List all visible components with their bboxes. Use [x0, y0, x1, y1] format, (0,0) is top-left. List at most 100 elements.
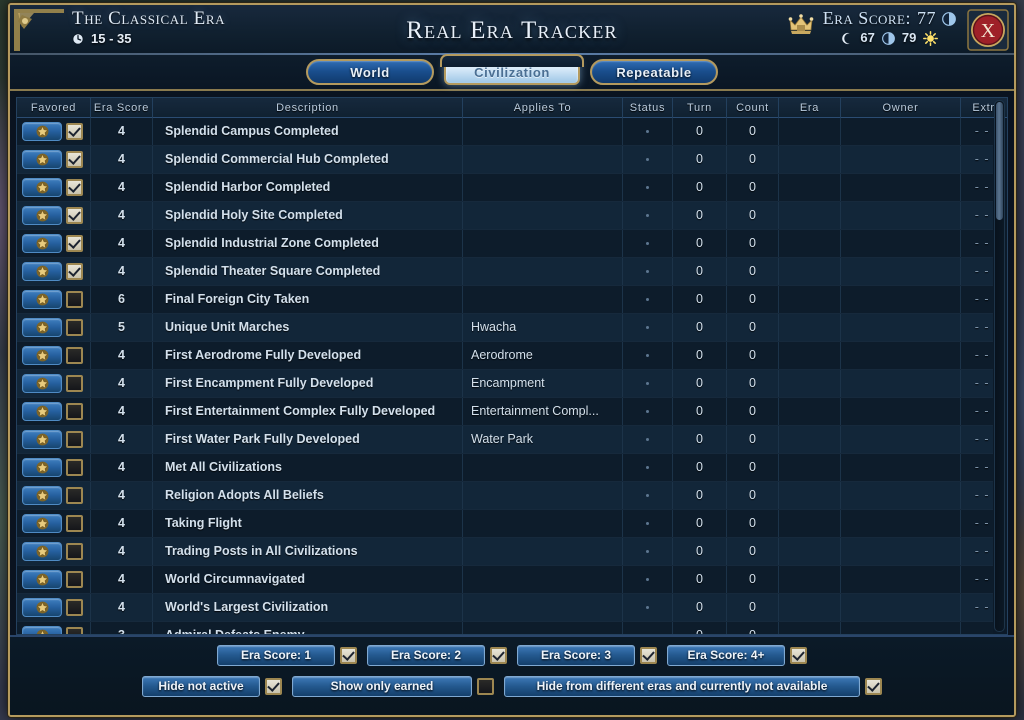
hide-other-eras-filter[interactable]: Hide from different eras and currently n…: [504, 676, 882, 697]
favored-checkbox[interactable]: [66, 599, 83, 616]
column-header-favored[interactable]: Favored: [17, 98, 91, 118]
table-row[interactable]: 4 First Aerodrome Fully Developed Aerodrom…: [17, 342, 998, 370]
filter-label[interactable]: Hide from different eras and currently n…: [504, 676, 860, 697]
column-header-count[interactable]: Count: [727, 98, 779, 118]
filter-label[interactable]: Hide not active: [142, 676, 260, 697]
favor-star-button[interactable]: [22, 150, 62, 169]
favored-checkbox[interactable]: [66, 319, 83, 336]
favor-star-button[interactable]: [22, 206, 62, 225]
filter-label[interactable]: Show only earned: [292, 676, 472, 697]
favor-star-button[interactable]: [22, 402, 62, 421]
favor-star-button[interactable]: [22, 234, 62, 253]
favored-checkbox[interactable]: [66, 347, 83, 364]
column-header-description[interactable]: Description: [153, 98, 463, 118]
favored-checkbox[interactable]: [66, 627, 83, 634]
favored-checkbox[interactable]: [66, 151, 83, 168]
era-score-filter-3[interactable]: Era Score: 3: [517, 645, 657, 666]
favor-star-button[interactable]: [22, 122, 62, 141]
table-row[interactable]: 5 Unique Unit Marches Hwacha 0 0- - -: [17, 314, 998, 342]
table-row[interactable]: 4 Trading Posts in All Civilizations 0 0- -…: [17, 538, 998, 566]
tab-civilization[interactable]: Civilization: [440, 54, 584, 85]
favor-star-button[interactable]: [22, 514, 62, 533]
filter-checkbox[interactable]: [640, 647, 657, 664]
filter-checkbox[interactable]: [790, 647, 807, 664]
favor-star-button[interactable]: [22, 458, 62, 477]
filter-checkbox[interactable]: [865, 678, 882, 695]
table-row[interactable]: 4 World Circumnavigated 0 0- - -: [17, 566, 998, 594]
favored-checkbox[interactable]: [66, 179, 83, 196]
favored-checkbox[interactable]: [66, 487, 83, 504]
count-cell: 0: [727, 314, 779, 341]
favored-checkbox[interactable]: [66, 291, 83, 308]
table-row[interactable]: 4 Splendid Commercial Hub Completed 0 0- - …: [17, 146, 998, 174]
favor-star-button[interactable]: [22, 374, 62, 393]
favor-star-button[interactable]: [22, 262, 62, 281]
filter-checkbox[interactable]: [340, 647, 357, 664]
favor-star-button[interactable]: [22, 570, 62, 589]
era-cell: [779, 202, 841, 229]
column-header-owner[interactable]: Owner: [841, 98, 961, 118]
close-button[interactable]: X: [966, 8, 1010, 52]
favor-star-button[interactable]: [22, 318, 62, 337]
favor-star-button[interactable]: [22, 626, 62, 634]
table-row[interactable]: 4 Splendid Holy Site Completed 0 0- - -: [17, 202, 998, 230]
era-score-filter-1[interactable]: Era Score: 1: [217, 645, 357, 666]
favored-checkbox[interactable]: [66, 263, 83, 280]
table-row[interactable]: 3Admiral Defeats Enemy00- - -: [17, 622, 998, 634]
favor-star-button[interactable]: [22, 430, 62, 449]
table-row[interactable]: 4 Religion Adopts All Beliefs 0 0- - -: [17, 482, 998, 510]
column-header-applies-to[interactable]: Applies To: [463, 98, 623, 118]
era-score-filter-2[interactable]: Era Score: 2: [367, 645, 507, 666]
count-cell: 0: [727, 202, 779, 229]
filter-label[interactable]: Era Score: 3: [517, 645, 635, 666]
favor-star-button[interactable]: [22, 598, 62, 617]
table-row[interactable]: 4 First Entertainment Complex Fully Devel…: [17, 398, 998, 426]
era-cell: [779, 174, 841, 201]
table-row[interactable]: 4 World's Largest Civilization 0 0- - -: [17, 594, 998, 622]
tab-repeatable[interactable]: Repeatable: [590, 59, 718, 85]
favored-checkbox[interactable]: [66, 403, 83, 420]
filter-checkbox[interactable]: [265, 678, 282, 695]
table-row[interactable]: 4 Taking Flight 0 0- - -: [17, 510, 998, 538]
table-row[interactable]: 4 Splendid Harbor Completed 0 0- - -: [17, 174, 998, 202]
favored-checkbox[interactable]: [66, 459, 83, 476]
era-score-filter-4[interactable]: Era Score: 4+: [667, 645, 807, 666]
column-header-turn[interactable]: Turn: [673, 98, 727, 118]
filter-label[interactable]: Era Score: 2: [367, 645, 485, 666]
table-row[interactable]: 4 Met All Civilizations 0 0- - -: [17, 454, 998, 482]
era-score-filter-row: Era Score: 1 Era Score: 2 Era Score: 3 Era …: [20, 645, 1004, 666]
favor-star-button[interactable]: [22, 290, 62, 309]
scrollbar-thumb[interactable]: [996, 102, 1003, 220]
show-only-earned-filter[interactable]: Show only earned: [292, 676, 494, 697]
table-row[interactable]: 4 Splendid Theater Square Completed 0 0- - …: [17, 258, 998, 286]
filter-label[interactable]: Era Score: 4+: [667, 645, 785, 666]
favor-star-button[interactable]: [22, 486, 62, 505]
column-header-era[interactable]: Era: [779, 98, 841, 118]
favored-checkbox[interactable]: [66, 207, 83, 224]
column-header-era-score[interactable]: Era Score: [91, 98, 153, 118]
table-row[interactable]: 6 Final Foreign City Taken 0 0- - -: [17, 286, 998, 314]
close-icon[interactable]: X: [966, 8, 1010, 52]
favored-checkbox[interactable]: [66, 571, 83, 588]
favor-star-button[interactable]: [22, 542, 62, 561]
favored-checkbox[interactable]: [66, 543, 83, 560]
favored-checkbox[interactable]: [66, 375, 83, 392]
table-row[interactable]: 4 First Encampment Fully Developed Encampm…: [17, 370, 998, 398]
table-row[interactable]: 4 First Water Park Fully Developed Water P…: [17, 426, 998, 454]
table-scrollbar[interactable]: [994, 100, 1005, 632]
hide-not-active-filter[interactable]: Hide not active: [142, 676, 282, 697]
favored-checkbox[interactable]: [66, 515, 83, 532]
filter-checkbox[interactable]: [490, 647, 507, 664]
filter-label[interactable]: Era Score: 1: [217, 645, 335, 666]
table-row[interactable]: 4 Splendid Industrial Zone Completed 0 0- -…: [17, 230, 998, 258]
column-header-status[interactable]: Status: [623, 98, 673, 118]
applies-to-cell: [463, 230, 623, 257]
table-row[interactable]: 4 Splendid Campus Completed 0 0- - -: [17, 118, 998, 146]
tab-world[interactable]: World: [306, 59, 434, 85]
favor-star-button[interactable]: [22, 178, 62, 197]
favored-checkbox[interactable]: [66, 431, 83, 448]
favored-checkbox[interactable]: [66, 235, 83, 252]
favored-checkbox[interactable]: [66, 123, 83, 140]
favor-star-button[interactable]: [22, 346, 62, 365]
filter-checkbox[interactable]: [477, 678, 494, 695]
